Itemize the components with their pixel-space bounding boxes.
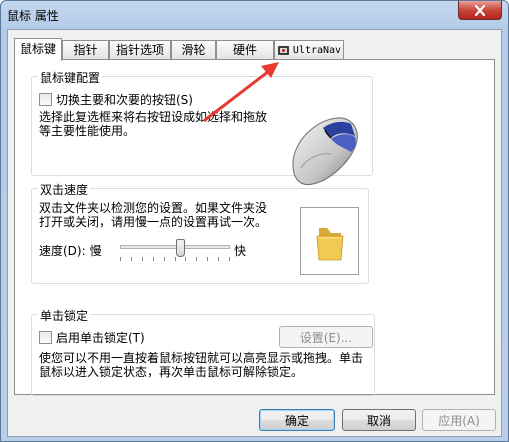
speed-label: 速度(D): [39, 244, 86, 258]
window-title: 鼠标 属性 [7, 9, 59, 23]
close-icon [474, 4, 486, 16]
dialog-client-area: 鼠标键 指针 指针选项 滑轮 硬件 UltraNav 鼠标键配置 切换主要和次要… [7, 29, 502, 437]
switch-buttons-option[interactable]: 切换主要和次要的按钮(S) [39, 91, 193, 108]
double-click-speed-slider[interactable] [120, 239, 230, 263]
slider-tick [153, 257, 154, 261]
tab-label: 指针 [73, 43, 98, 57]
tab-mouse-buttons[interactable]: 鼠标键 [14, 38, 62, 61]
slider-tick [164, 257, 165, 261]
slow-label: 慢 [89, 244, 102, 258]
tab-label: 滑轮 [181, 43, 206, 57]
slider-tick [142, 257, 143, 261]
click-lock-description: 使您可以不用一直按着鼠标按钮就可以高亮显示或拖拽。单击 鼠标以进入锁定状态，再次… [39, 351, 364, 379]
title-bar[interactable]: 鼠标 属性 [1, 1, 508, 29]
slider-tick [185, 257, 186, 261]
slider-track [120, 245, 230, 249]
double-click-description: 双击文件夹以检测您的设置。如果文件夹没 打开或关闭，请用慢一点的设置再试一次。 [39, 201, 268, 229]
slider-tick [131, 257, 132, 261]
tab-label: 指针选项 [115, 43, 164, 57]
click-lock-group: 单击锁定 启用单击锁定(T) 设置(E)... 使您可以不用一直按着鼠标按钮就可… [31, 307, 375, 396]
enable-click-lock-checkbox[interactable] [39, 331, 52, 344]
slider-tick [175, 257, 176, 261]
folder-icon [316, 228, 344, 261]
mouse-properties-window: 鼠标 属性 鼠标键 指针 指针选项 滑轮 硬件 UltraNav 鼠标键配置 切… [0, 0, 509, 442]
enable-click-lock-label: 启用单击锁定(T) [56, 331, 145, 345]
double-click-test-area[interactable] [300, 207, 359, 275]
switch-buttons-label: 切换主要和次要的按钮(S) [56, 93, 193, 107]
switch-buttons-checkbox[interactable] [39, 93, 52, 106]
apply-button[interactable]: 应用(A) [422, 409, 496, 431]
tab-label: 鼠标键 [19, 42, 56, 56]
slider-tick [229, 257, 230, 261]
cancel-button[interactable]: 取消 [342, 409, 416, 431]
tab-ultranav[interactable]: UltraNav [274, 40, 344, 60]
enable-click-lock-option[interactable]: 启用单击锁定(T) [39, 329, 145, 346]
slider-thumb[interactable] [176, 239, 185, 257]
slider-tick [218, 257, 219, 261]
fast-label: 快 [234, 244, 247, 258]
slider-tick [120, 257, 121, 261]
speed-label-row: 速度(D): 慢 [39, 242, 102, 259]
mouse-icon [292, 117, 358, 186]
group-title: 双击速度 [38, 181, 91, 198]
ok-button[interactable]: 确定 [259, 409, 335, 431]
tab-wheel[interactable]: 滑轮 [171, 40, 216, 60]
tab-label: 硬件 [232, 43, 257, 57]
slider-tick [196, 257, 197, 261]
tab-pointers[interactable]: 指针 [62, 40, 109, 60]
slider-tick [207, 257, 208, 261]
group-title: 单击锁定 [38, 307, 91, 324]
trackpoint-icon [277, 46, 289, 55]
mouse-illustration [287, 108, 363, 190]
annotation-arrow-icon [203, 62, 279, 122]
group-title: 鼠标键配置 [38, 69, 103, 86]
tab-label: UltraNav [292, 44, 342, 56]
tab-pointer-options[interactable]: 指针选项 [109, 40, 171, 60]
click-lock-settings-button[interactable]: 设置(E)... [279, 326, 373, 348]
tab-panel-mouse-buttons: 鼠标键配置 切换主要和次要的按钮(S) 选择此复选框来将右按钮设成如选择和拖放 … [14, 59, 495, 396]
close-button[interactable] [458, 1, 502, 20]
tab-hardware[interactable]: 硬件 [216, 40, 274, 60]
